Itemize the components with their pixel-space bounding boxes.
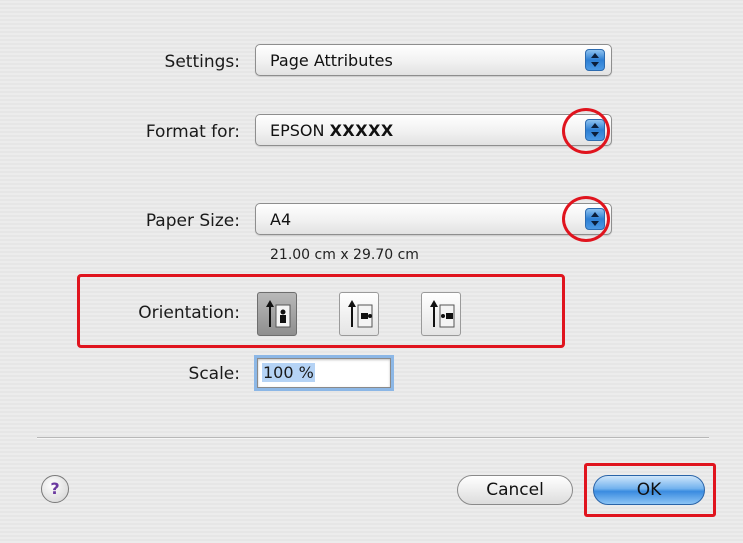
orientation-portrait-button[interactable]	[257, 292, 297, 336]
format-for-value: EPSON XXXXX	[270, 121, 394, 140]
settings-popup[interactable]: Page Attributes	[255, 44, 612, 76]
help-button[interactable]: ?	[41, 475, 69, 503]
cancel-button[interactable]: Cancel	[457, 475, 573, 505]
scale-value: 100 %	[262, 363, 315, 382]
paper-size-label: Paper Size:	[145, 211, 240, 231]
landscape-left-orientation-icon	[348, 300, 373, 328]
format-for-label: Format for:	[145, 122, 240, 142]
paper-size-highlight-ring	[562, 196, 610, 242]
paper-dimensions: 21.00 cm x 29.70 cm	[270, 247, 419, 263]
paper-size-popup[interactable]: A4	[255, 203, 612, 235]
orientation-label: Orientation:	[138, 303, 240, 323]
help-icon: ?	[50, 479, 60, 498]
separator	[37, 437, 709, 439]
format-for-model: XXXXX	[329, 121, 394, 140]
orientation-landscape-left-button[interactable]	[339, 292, 379, 336]
settings-label: Settings:	[164, 52, 240, 72]
paper-size-value: A4	[270, 210, 292, 229]
scale-label: Scale:	[188, 364, 240, 384]
ok-highlight-box	[584, 463, 716, 517]
scale-input[interactable]: 100 %	[257, 358, 391, 388]
format-for-brand: EPSON	[270, 121, 325, 140]
landscape-right-orientation-icon	[430, 300, 455, 328]
stepper-icon	[585, 49, 605, 71]
orientation-landscape-right-button[interactable]	[421, 292, 461, 336]
settings-value: Page Attributes	[270, 51, 393, 70]
portrait-orientation-icon	[266, 300, 291, 328]
format-for-highlight-ring	[562, 108, 610, 154]
format-for-popup[interactable]: EPSON XXXXX	[255, 114, 612, 146]
